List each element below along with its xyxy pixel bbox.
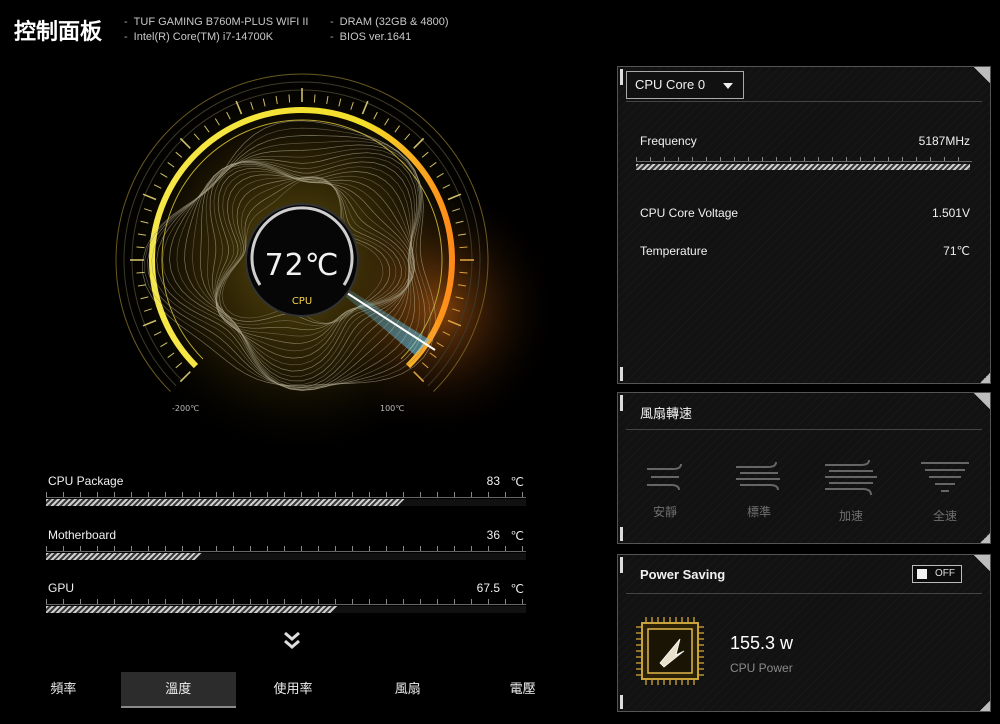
sensor-value: 83 (486, 474, 500, 488)
motherboard-model: TUF GAMING B760M-PLUS WIFI II (124, 15, 309, 30)
sensor-name: GPU (48, 581, 75, 595)
panel-divider (626, 593, 982, 594)
sensor-bar-fill (46, 606, 338, 613)
dram-info: DRAM (32GB & 4800) (330, 15, 449, 30)
header: 控制面板 TUF GAMING B760M-PLUS WIFI II Intel… (0, 0, 1000, 60)
gauge-min-label: -200℃ (172, 404, 200, 413)
gauge-max-label: 100℃ (380, 404, 405, 413)
fan-panel-title: 風扇轉速 (640, 407, 693, 422)
fan-mode-label: 加速 (838, 509, 863, 523)
gauge-tick (136, 271, 145, 274)
gauge-tick (313, 94, 316, 103)
fan-full-speed-icon (921, 462, 969, 492)
voltage-value: 1.501V (931, 206, 970, 220)
tab-temperature[interactable]: 溫度 (120, 672, 236, 708)
temperature-gauge: 72℃ CPU -200℃ 100℃ (20, 70, 580, 450)
sensor-bar-fill (46, 499, 405, 506)
sensor-motherboard: Motherboard 36 ℃ (46, 528, 526, 564)
fan-speed-panel: 風扇轉速 安靜 標準 加速 全速 (617, 392, 991, 544)
expand-chevron-icon[interactable] (282, 630, 302, 652)
gauge-temperature-value: 72℃ (264, 248, 340, 283)
bios-version: BIOS ver.1641 (330, 30, 449, 45)
power-label: CPU Power (730, 661, 793, 675)
gauge-glow-hot (320, 180, 560, 440)
page-title: 控制面板 (14, 20, 103, 45)
system-info-left: TUF GAMING B760M-PLUS WIFI II Intel(R) C… (124, 15, 309, 45)
sensor-scale (46, 599, 526, 605)
fan-turbo-icon (825, 459, 877, 496)
frequency-bar (636, 164, 970, 170)
gauge-tick (459, 246, 468, 249)
sensor-unit: ℃ (510, 529, 524, 543)
fan-mode-full-speed[interactable]: 全速 (910, 459, 980, 524)
fan-mode-label: 安靜 (652, 505, 677, 519)
toggle-knob (917, 569, 927, 579)
cpu-model: Intel(R) Core(TM) i7-14700K (124, 30, 308, 45)
tab-voltage[interactable]: 電壓 (465, 672, 580, 708)
panel-divider (626, 429, 982, 430)
gauge-tick (288, 94, 291, 103)
fan-mode-label: 全速 (932, 509, 957, 523)
core-temperature-value: 71℃ (943, 244, 970, 258)
voltage-label: CPU Core Voltage (640, 206, 739, 220)
sensor-cpu-package: CPU Package 83 ℃ (46, 474, 526, 510)
sensor-gpu: GPU 67.5 ℃ (46, 581, 526, 617)
sensor-unit: ℃ (510, 475, 524, 489)
frequency-label: Frequency (640, 134, 697, 148)
sensor-bar-fill (46, 553, 202, 560)
power-saving-panel: Power Saving OFF 155.3 w CPU Power (617, 554, 991, 712)
tab-fan[interactable]: 風扇 (350, 672, 465, 708)
fan-mode-standard[interactable]: 標準 (724, 459, 794, 520)
sensor-name: CPU Package (48, 474, 124, 488)
gauge-tick (459, 271, 468, 274)
tab-usage[interactable]: 使用率 (236, 672, 351, 708)
power-panel-title: Power Saving (640, 567, 726, 582)
tab-frequency[interactable]: 頻率 (6, 672, 121, 708)
chevron-down-icon (723, 83, 733, 89)
sensor-scale (46, 546, 526, 552)
gauge-tick (136, 246, 145, 249)
power-chip-icon (636, 617, 704, 685)
power-value: 155.3 w (730, 633, 794, 653)
sensor-name: Motherboard (48, 528, 117, 542)
cpu-core-dropdown[interactable]: CPU Core 0 (626, 71, 744, 99)
fan-mode-turbo[interactable]: 加速 (816, 459, 886, 524)
gauge-sensor-label: CPU (291, 296, 313, 307)
system-info-right: DRAM (32GB & 4800) BIOS ver.1641 (330, 15, 449, 45)
core-temperature-label: Temperature (640, 244, 708, 258)
bottom-tabs: 頻率 溫度 使用率 風扇 電壓 (6, 672, 580, 708)
sensor-value: 36 (486, 528, 500, 542)
frequency-scale (636, 157, 972, 162)
fan-silent-icon (647, 463, 682, 491)
sensor-value: 67.5 (476, 581, 500, 595)
toggle-state-label: OFF (935, 568, 955, 579)
fan-standard-icon (736, 461, 780, 491)
power-saving-toggle[interactable]: OFF (912, 565, 962, 583)
cpu-core-panel: CPU Core 0 Frequency 5187MHz CPU Core Vo… (617, 66, 991, 384)
sensor-scale (46, 492, 526, 498)
fan-mode-label: 標準 (746, 505, 771, 519)
frequency-value: 5187MHz (918, 134, 970, 148)
sensor-unit: ℃ (510, 582, 524, 596)
panel-divider (626, 101, 982, 102)
cpu-core-dropdown-value: CPU Core 0 (635, 77, 706, 92)
fan-mode-silent[interactable]: 安靜 (630, 459, 700, 520)
